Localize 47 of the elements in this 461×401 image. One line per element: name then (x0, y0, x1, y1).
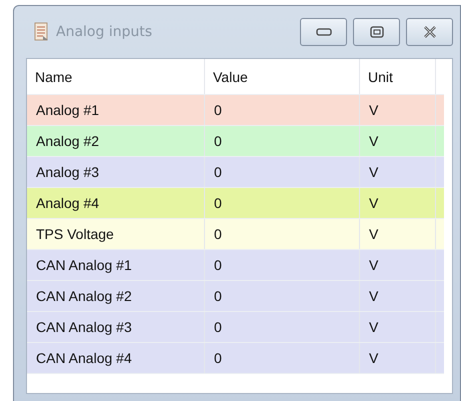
table-cell: Analog #3 (27, 157, 205, 187)
table-cell: 0 (205, 188, 360, 218)
table-cell: V (360, 343, 436, 373)
table-row[interactable]: CAN Analog #2 0 V (27, 281, 444, 312)
table-cell: V (360, 157, 436, 187)
table-cell: 0 (205, 343, 360, 373)
table-row[interactable]: CAN Analog #4 0 V (27, 343, 444, 374)
table-cell: CAN Analog #2 (27, 281, 205, 311)
table-cell: CAN Analog #4 (27, 343, 205, 373)
table-row[interactable]: Analog #2 0 V (27, 126, 444, 157)
window-title: Analog inputs (56, 24, 152, 40)
table-cell: V (360, 312, 436, 342)
table-cell: CAN Analog #3 (27, 312, 205, 342)
maximize-icon (370, 26, 384, 38)
table-cell: Analog #1 (27, 95, 205, 125)
maximize-button[interactable] (353, 18, 400, 46)
table-cell: V (360, 250, 436, 280)
table-cell: 0 (205, 312, 360, 342)
table-row[interactable]: CAN Analog #1 0 V (27, 250, 444, 281)
table-row[interactable]: Analog #3 0 V (27, 157, 444, 188)
minimize-icon (316, 28, 332, 36)
table-cell: V (360, 126, 436, 156)
table-cell: CAN Analog #1 (27, 250, 205, 280)
table-cell: V (360, 188, 436, 218)
document-icon (34, 22, 50, 42)
table-cell: 0 (205, 157, 360, 187)
table-cell: 0 (205, 219, 360, 249)
table-cell: Analog #2 (27, 126, 205, 156)
table-cell: 0 (205, 126, 360, 156)
table-cell: V (360, 281, 436, 311)
table-cell: 0 (205, 281, 360, 311)
table-cell: 0 (205, 250, 360, 280)
column-header[interactable]: Unit (360, 59, 436, 94)
table-cell: TPS Voltage (27, 219, 205, 249)
minimize-button[interactable] (300, 18, 347, 46)
table-row[interactable]: TPS Voltage 0 V (27, 219, 444, 250)
table-row[interactable]: CAN Analog #3 0 V (27, 312, 444, 343)
table-cell: V (360, 219, 436, 249)
close-button[interactable] (406, 18, 453, 46)
table-row[interactable]: Analog #1 0 V (27, 95, 444, 126)
table-cell: 0 (205, 95, 360, 125)
column-header[interactable]: Name (27, 59, 205, 94)
close-icon (422, 26, 436, 38)
column-header[interactable]: Value (205, 59, 360, 94)
table-cell: Analog #4 (27, 188, 205, 218)
table-row[interactable]: Analog #4 0 V (27, 188, 444, 219)
table-cell: V (360, 95, 436, 125)
